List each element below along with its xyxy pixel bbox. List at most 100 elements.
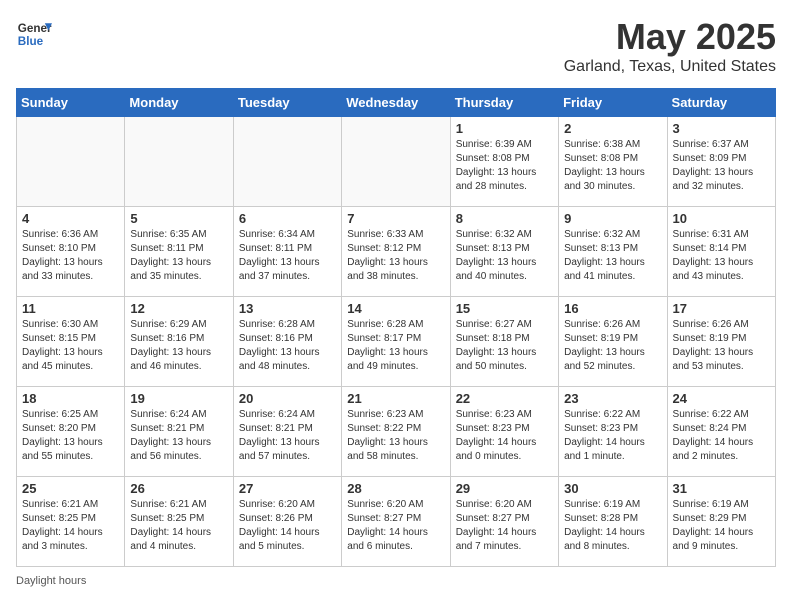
calendar-cell [125,117,233,207]
day-info: Sunrise: 6:35 AM Sunset: 8:11 PM Dayligh… [130,228,227,284]
calendar-cell [233,117,341,207]
calendar-cell: 19Sunrise: 6:24 AM Sunset: 8:21 PM Dayli… [125,387,233,477]
day-number: 18 [22,391,119,406]
day-info: Sunrise: 6:25 AM Sunset: 8:20 PM Dayligh… [22,408,119,464]
day-info: Sunrise: 6:34 AM Sunset: 8:11 PM Dayligh… [239,228,336,284]
header-day-saturday: Saturday [667,89,775,117]
header-day-wednesday: Wednesday [342,89,450,117]
day-number: 13 [239,301,336,316]
page-header: General Blue May 2025 Garland, Texas, Un… [16,16,776,76]
logo-icon: General Blue [16,16,52,52]
day-number: 31 [673,481,770,496]
day-number: 28 [347,481,444,496]
calendar-cell: 14 Sunrise: 6:28 AM Sunset: 8:17 PM Dayli… [342,297,450,387]
calendar-cell: 18 Sunrise: 6:25 AM Sunset: 8:20 PM Dayli… [17,387,125,477]
day-info: Sunrise: 6:20 AM Sunset: 8:27 PM Dayligh… [456,498,553,554]
day-info: Sunrise: 6:19 AM Sunset: 8:28 PM Dayligh… [564,498,661,554]
day-number: 3 [673,121,770,136]
day-info: Sunrise: 6:30 AM Sunset: 8:15 PM Dayligh… [22,318,119,374]
calendar-body: 1Sunrise: 6:39 AM Sunset: 8:08 PM Daylig… [17,117,776,567]
calendar-week-0: 1Sunrise: 6:39 AM Sunset: 8:08 PM Daylig… [17,117,776,207]
calendar-cell: 5 Sunrise: 6:35 AM Sunset: 8:11 PM Daylig… [125,207,233,297]
day-number: 15 [456,301,553,316]
day-info: Sunrise: 6:22 AM Sunset: 8:23 PM Dayligh… [564,408,661,464]
calendar-cell: 17 Sunrise: 6:26 AM Sunset: 8:19 PM Dayli… [667,297,775,387]
header-row: SundayMondayTuesdayWednesdayThursdayFrid… [17,89,776,117]
day-info: Sunrise: 6:26 AM Sunset: 8:19 PM Dayligh… [673,318,770,374]
calendar-cell: 16Sunrise: 6:26 AM Sunset: 8:19 PM Dayli… [559,297,667,387]
svg-text:Blue: Blue [18,35,44,48]
day-number: 5 [130,211,227,226]
day-number: 8 [456,211,553,226]
day-info: Sunrise: 6:19 AM Sunset: 8:29 PM Dayligh… [673,498,770,554]
calendar-cell: 22Sunrise: 6:23 AM Sunset: 8:23 PM Dayli… [450,387,558,477]
day-info: Sunrise: 6:22 AM Sunset: 8:24 PM Dayligh… [673,408,770,464]
header-day-monday: Monday [125,89,233,117]
calendar-cell: 8 Sunrise: 6:32 AM Sunset: 8:13 PM Daylig… [450,207,558,297]
calendar-week-1: 4Sunrise: 6:36 AM Sunset: 8:10 PM Daylig… [17,207,776,297]
day-number: 6 [239,211,336,226]
calendar-cell [342,117,450,207]
day-number: 10 [673,211,770,226]
calendar-cell: 24 Sunrise: 6:22 AM Sunset: 8:24 PM Dayli… [667,387,775,477]
day-number: 12 [130,301,227,316]
calendar-week-2: 11 Sunrise: 6:30 AM Sunset: 8:15 PM Dayli… [17,297,776,387]
calendar-cell: 11 Sunrise: 6:30 AM Sunset: 8:15 PM Dayli… [17,297,125,387]
calendar-cell: 9Sunrise: 6:32 AM Sunset: 8:13 PM Daylig… [559,207,667,297]
location-subtitle: Garland, Texas, United States [564,58,776,76]
logo: General Blue [16,16,52,52]
day-number: 9 [564,211,661,226]
calendar-cell: 1Sunrise: 6:39 AM Sunset: 8:08 PM Daylig… [450,117,558,207]
day-info: Sunrise: 6:33 AM Sunset: 8:12 PM Dayligh… [347,228,444,284]
day-number: 16 [564,301,661,316]
day-number: 23 [564,391,661,406]
day-info: Sunrise: 6:28 AM Sunset: 8:17 PM Dayligh… [347,318,444,374]
calendar-cell: 4Sunrise: 6:36 AM Sunset: 8:10 PM Daylig… [17,207,125,297]
day-info: Sunrise: 6:23 AM Sunset: 8:23 PM Dayligh… [456,408,553,464]
calendar-cell: 6 Sunrise: 6:34 AM Sunset: 8:11 PM Daylig… [233,207,341,297]
header-day-tuesday: Tuesday [233,89,341,117]
calendar-table: SundayMondayTuesdayWednesdayThursdayFrid… [16,88,776,567]
day-number: 27 [239,481,336,496]
day-info: Sunrise: 6:24 AM Sunset: 8:21 PM Dayligh… [239,408,336,464]
day-info: Sunrise: 6:29 AM Sunset: 8:16 PM Dayligh… [130,318,227,374]
header-day-friday: Friday [559,89,667,117]
day-number: 11 [22,301,119,316]
day-number: 24 [673,391,770,406]
calendar-cell: 15Sunrise: 6:27 AM Sunset: 8:18 PM Dayli… [450,297,558,387]
day-info: Sunrise: 6:36 AM Sunset: 8:10 PM Dayligh… [22,228,119,284]
day-number: 19 [130,391,227,406]
day-info: Sunrise: 6:37 AM Sunset: 8:09 PM Dayligh… [673,138,770,194]
day-info: Sunrise: 6:23 AM Sunset: 8:22 PM Dayligh… [347,408,444,464]
calendar-cell: 31 Sunrise: 6:19 AM Sunset: 8:29 PM Dayli… [667,477,775,567]
calendar-cell: 25 Sunrise: 6:21 AM Sunset: 8:25 PM Dayli… [17,477,125,567]
day-info: Sunrise: 6:20 AM Sunset: 8:26 PM Dayligh… [239,498,336,554]
title-block: May 2025 Garland, Texas, United States [564,16,776,76]
calendar-cell: 26 Sunrise: 6:21 AM Sunset: 8:25 PM Dayli… [125,477,233,567]
day-number: 20 [239,391,336,406]
day-info: Sunrise: 6:21 AM Sunset: 8:25 PM Dayligh… [22,498,119,554]
day-info: Sunrise: 6:38 AM Sunset: 8:08 PM Dayligh… [564,138,661,194]
day-info: Sunrise: 6:32 AM Sunset: 8:13 PM Dayligh… [456,228,553,284]
day-number: 25 [22,481,119,496]
calendar-cell: 3 Sunrise: 6:37 AM Sunset: 8:09 PM Daylig… [667,117,775,207]
day-info: Sunrise: 6:31 AM Sunset: 8:14 PM Dayligh… [673,228,770,284]
calendar-cell: 27 Sunrise: 6:20 AM Sunset: 8:26 PM Dayli… [233,477,341,567]
day-number: 14 [347,301,444,316]
day-info: Sunrise: 6:39 AM Sunset: 8:08 PM Dayligh… [456,138,553,194]
calendar-cell: 20 Sunrise: 6:24 AM Sunset: 8:21 PM Dayli… [233,387,341,477]
day-number: 17 [673,301,770,316]
day-info: Sunrise: 6:20 AM Sunset: 8:27 PM Dayligh… [347,498,444,554]
day-number: 29 [456,481,553,496]
calendar-cell: 7Sunrise: 6:33 AM Sunset: 8:12 PM Daylig… [342,207,450,297]
calendar-cell: 2 Sunrise: 6:38 AM Sunset: 8:08 PM Daylig… [559,117,667,207]
calendar-cell: 13Sunrise: 6:28 AM Sunset: 8:16 PM Dayli… [233,297,341,387]
day-number: 2 [564,121,661,136]
header-day-thursday: Thursday [450,89,558,117]
calendar-week-4: 25 Sunrise: 6:21 AM Sunset: 8:25 PM Dayli… [17,477,776,567]
footer-note: Daylight hours [16,575,776,587]
day-number: 26 [130,481,227,496]
day-info: Sunrise: 6:21 AM Sunset: 8:25 PM Dayligh… [130,498,227,554]
calendar-cell: 29 Sunrise: 6:20 AM Sunset: 8:27 PM Dayli… [450,477,558,567]
day-number: 21 [347,391,444,406]
